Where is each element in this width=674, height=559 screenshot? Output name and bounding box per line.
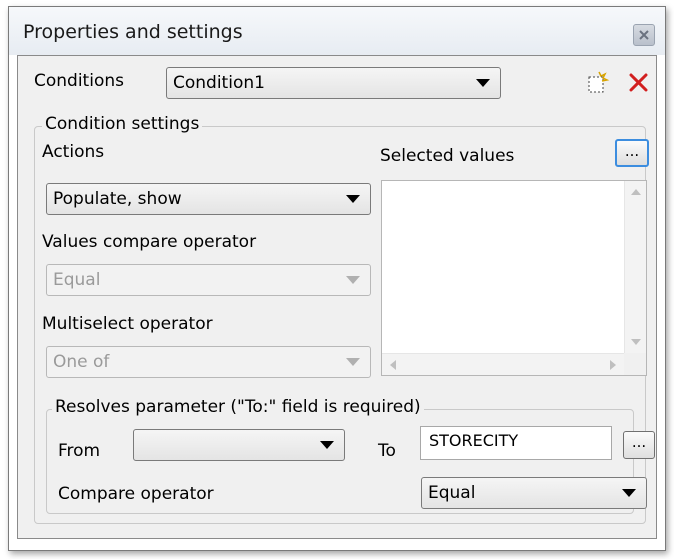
to-label: To xyxy=(378,441,396,461)
chevron-down-icon xyxy=(622,489,636,497)
chevron-down-icon xyxy=(346,276,360,284)
actions-label: Actions xyxy=(42,142,105,162)
values-compare-combo[interactable]: Equal xyxy=(46,264,371,296)
window-close-icon xyxy=(639,30,649,40)
delete-x-icon xyxy=(629,73,648,92)
actions-combo[interactable]: Populate, show xyxy=(46,183,371,215)
chevron-down-icon xyxy=(320,441,334,449)
to-input-value: STORECITY xyxy=(429,431,519,450)
selected-values-browse-label: ... xyxy=(624,142,640,160)
compare-operator-label: Compare operator xyxy=(58,484,214,504)
selected-values-label: Selected values xyxy=(380,146,515,166)
to-input[interactable]: STORECITY xyxy=(420,426,612,460)
from-combo[interactable] xyxy=(133,429,345,461)
values-compare-value: Equal xyxy=(53,270,101,290)
scroll-left-icon[interactable] xyxy=(390,360,396,370)
chevron-down-icon xyxy=(346,358,360,366)
conditions-combo-value: Condition1 xyxy=(173,73,265,93)
values-compare-label: Values compare operator xyxy=(42,232,257,252)
scroll-right-icon[interactable] xyxy=(610,360,616,370)
compare-operator-combo[interactable]: Equal xyxy=(421,477,647,509)
multiselect-label: Multiselect operator xyxy=(42,314,213,334)
resolves-parameter-legend: Resolves parameter ("To:" field is requi… xyxy=(52,397,424,417)
title-bar[interactable]: Properties and settings xyxy=(9,7,665,55)
selected-values-list[interactable] xyxy=(381,180,647,376)
to-browse-label: ... xyxy=(631,433,647,451)
multiselect-combo[interactable]: One of xyxy=(46,346,371,378)
delete-condition-button[interactable] xyxy=(626,70,652,96)
scroll-up-icon[interactable] xyxy=(631,189,641,195)
window-close-button[interactable] xyxy=(633,24,655,46)
condition-settings-legend: Condition settings xyxy=(42,114,203,134)
chevron-down-icon xyxy=(346,195,360,203)
new-document-icon xyxy=(588,71,610,93)
scrollbar-corner xyxy=(624,353,646,375)
from-label: From xyxy=(58,441,101,461)
new-condition-button[interactable] xyxy=(584,70,610,96)
conditions-combo[interactable]: Condition1 xyxy=(166,67,501,99)
compare-operator-value: Equal xyxy=(428,483,476,503)
window-title: Properties and settings xyxy=(23,21,243,43)
properties-dialog: Properties and settings Conditions Condi… xyxy=(8,6,666,551)
scroll-down-icon[interactable] xyxy=(631,339,641,345)
conditions-label: Conditions xyxy=(34,71,124,91)
to-browse-button[interactable]: ... xyxy=(623,431,655,459)
selected-values-browse-button[interactable]: ... xyxy=(615,139,649,167)
dialog-body: Conditions Condition1 Condition settings… xyxy=(17,55,657,539)
vertical-scrollbar[interactable] xyxy=(624,181,646,353)
multiselect-value: One of xyxy=(53,352,110,372)
chevron-down-icon xyxy=(476,79,490,87)
actions-combo-value: Populate, show xyxy=(53,189,182,209)
horizontal-scrollbar[interactable] xyxy=(382,353,624,375)
